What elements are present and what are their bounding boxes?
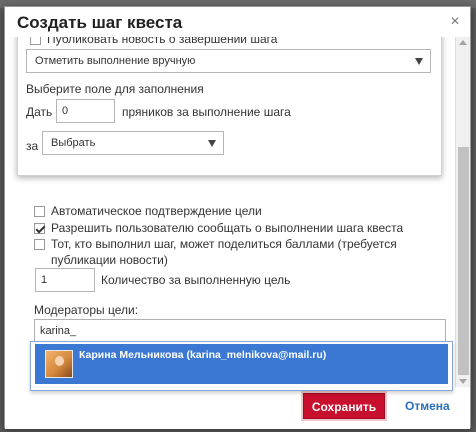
dialog-scrollbar[interactable]: [455, 37, 470, 387]
allow-report-checkbox[interactable]: [34, 223, 45, 235]
auto-confirm-row[interactable]: Автоматическое подтверждение цели: [34, 204, 262, 218]
autocomplete-item-label: Карина Мельникова (karina_melnikova@mail…: [79, 349, 327, 361]
moderator-autocomplete-dropdown: Карина Мельникова (karina_melnikova@mail…: [30, 341, 453, 391]
chevron-down-icon: [415, 58, 423, 65]
share-points-label-cont: публикации новости): [51, 253, 168, 267]
publish-news-checkbox[interactable]: [30, 37, 41, 46]
gingerbread-suffix-label: пряников за выполнение шага: [122, 105, 291, 119]
cancel-link[interactable]: Отмена: [405, 399, 450, 413]
dialog-header: Создать шаг квеста ×: [5, 7, 470, 37]
share-points-row[interactable]: Тот, кто выполнил шаг, может поделиться …: [34, 237, 397, 251]
quantity-label: Количество за выполненную цель: [101, 273, 291, 287]
share-points-label: Тот, кто выполнил шаг, может поделиться …: [51, 237, 397, 251]
avatar: [45, 350, 73, 378]
for-label: за: [26, 139, 39, 153]
publish-news-label: Публиковать новость о завершении шага: [47, 37, 278, 46]
auto-confirm-checkbox[interactable]: [34, 206, 45, 218]
dialog-footer: Сохранить Отмена: [5, 387, 470, 429]
autocomplete-item[interactable]: Карина Мельникова (karina_melnikova@mail…: [35, 344, 448, 384]
close-icon[interactable]: ×: [448, 14, 462, 30]
scrollbar-thumb[interactable]: [458, 147, 469, 375]
completion-method-select[interactable]: Отметить выполнение вручную: [26, 49, 431, 73]
for-select[interactable]: Выбрать: [42, 131, 224, 155]
dialog-title: Создать шаг квеста: [17, 13, 183, 32]
save-button[interactable]: Сохранить: [303, 393, 385, 419]
allow-report-label: Разрешить пользователю сообщать о выполн…: [51, 221, 404, 235]
step-settings-panel: Публиковать новость о завершении шага От…: [17, 37, 442, 176]
auto-confirm-label: Автоматическое подтверждение цели: [51, 204, 262, 218]
scroll-down-icon[interactable]: [459, 379, 467, 384]
publish-news-row[interactable]: Публиковать новость о завершении шага: [30, 37, 277, 46]
gingerbread-count-input[interactable]: [56, 99, 115, 123]
scroll-up-icon[interactable]: [459, 40, 467, 45]
dialog-body: Публиковать новость о завершении шага От…: [5, 37, 455, 387]
moderators-label: Модераторы цели:: [34, 303, 139, 317]
share-points-checkbox[interactable]: [34, 239, 45, 251]
give-label: Дать: [26, 105, 53, 119]
allow-report-row[interactable]: Разрешить пользователю сообщать о выполн…: [34, 221, 403, 235]
chevron-down-icon: [208, 140, 216, 147]
quantity-input[interactable]: [35, 268, 95, 292]
for-select-value: Выбрать: [51, 137, 96, 149]
moderator-search-input[interactable]: [34, 319, 446, 343]
completion-method-value: Отметить выполнение вручную: [35, 55, 196, 67]
choose-field-label: Выберите поле для заполнения: [26, 82, 204, 96]
